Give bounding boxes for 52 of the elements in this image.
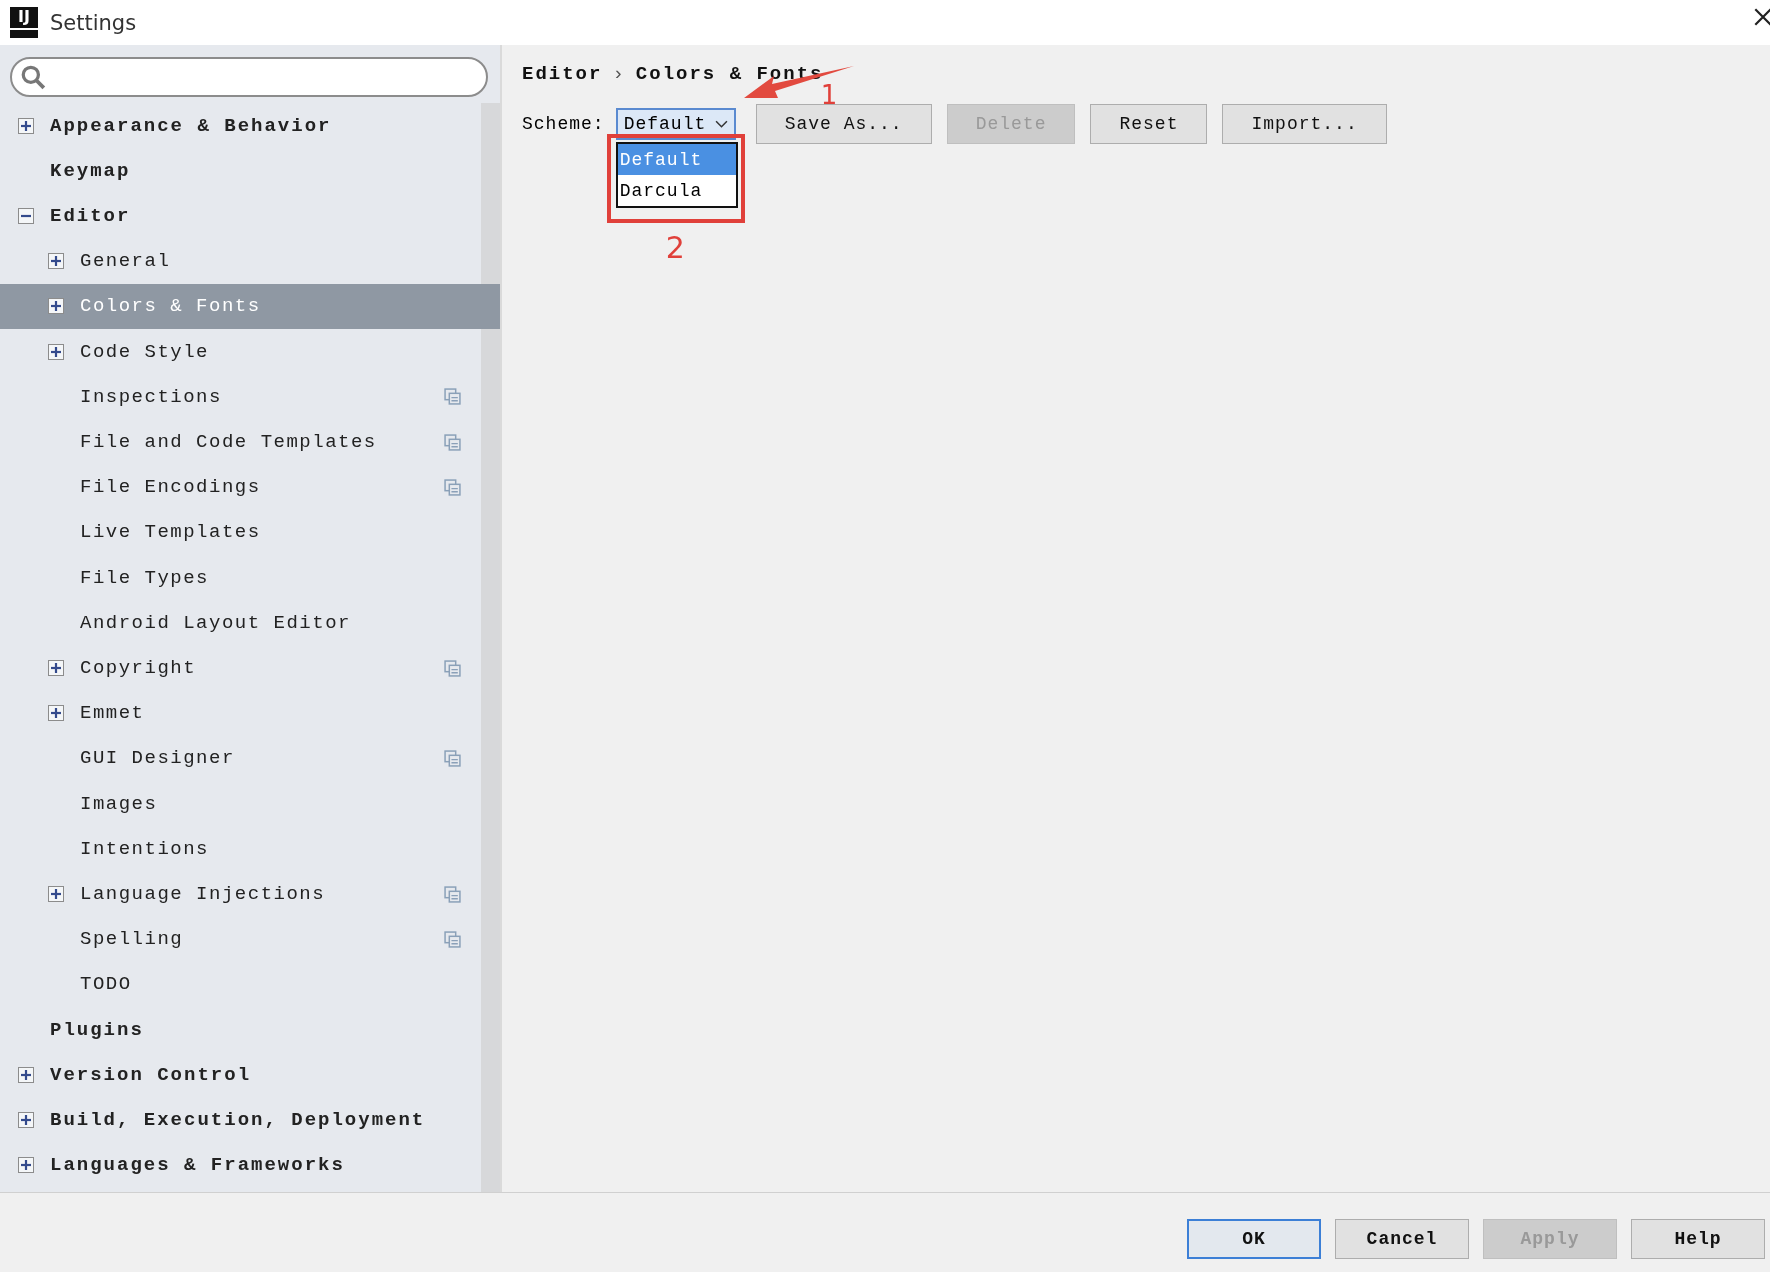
scheme-label: Scheme: xyxy=(522,114,605,134)
tree-item[interactable]: Keymap xyxy=(0,148,481,194)
collapse-icon[interactable] xyxy=(18,208,34,224)
breadcrumb-item: Editor xyxy=(522,63,603,85)
window-title: Settings xyxy=(50,10,137,35)
tree-item[interactable]: Spelling xyxy=(0,916,481,962)
tree-item[interactable]: Code Style xyxy=(0,329,481,375)
expand-icon[interactable] xyxy=(48,298,64,315)
dialog-button[interactable]: Help xyxy=(1631,1218,1765,1259)
tree-item[interactable]: File Types xyxy=(0,555,481,601)
tree-item[interactable]: Android Layout Editor xyxy=(0,600,481,646)
tree-item[interactable]: File Encodings xyxy=(0,464,481,510)
expand-icon[interactable] xyxy=(18,1157,34,1174)
expand-icon[interactable] xyxy=(18,1112,34,1129)
tree-item[interactable]: TODO xyxy=(0,961,481,1008)
tree-item[interactable]: File and Code Templates xyxy=(0,419,481,465)
tree-item[interactable]: Plugins xyxy=(0,1007,481,1053)
tree-item[interactable]: Inspections xyxy=(0,374,481,420)
breadcrumb-separator: › xyxy=(612,63,626,85)
dialog-button[interactable]: OK xyxy=(1187,1218,1321,1259)
tree-item[interactable]: Language Injections xyxy=(0,871,481,917)
tree-item[interactable]: Copyright xyxy=(0,645,481,691)
scrollbar[interactable] xyxy=(481,103,500,1192)
expand-icon[interactable] xyxy=(18,1066,34,1083)
dialog-button[interactable]: Cancel xyxy=(1335,1218,1469,1259)
chevron-down-icon xyxy=(714,119,728,129)
expand-icon[interactable] xyxy=(48,253,64,270)
search-field[interactable] xyxy=(10,57,488,97)
expand-icon[interactable] xyxy=(48,660,64,677)
tree-item[interactable]: Languages & Frameworks xyxy=(0,1142,481,1188)
close-icon[interactable] xyxy=(1752,6,1770,28)
scheme-button[interactable]: Save As... xyxy=(755,104,932,144)
tree-item[interactable]: Build, Execution, Deployment xyxy=(0,1097,481,1143)
tree-item[interactable]: Version Control xyxy=(0,1052,481,1098)
expand-icon[interactable] xyxy=(18,117,34,134)
expand-icon[interactable] xyxy=(48,705,64,722)
expand-icon[interactable] xyxy=(48,343,64,360)
scheme-button[interactable]: Import... xyxy=(1222,104,1387,144)
expand-icon[interactable] xyxy=(48,886,64,903)
tree-item[interactable]: GUI Designer xyxy=(0,735,481,782)
tree-item[interactable]: Emmet xyxy=(0,690,481,736)
scheme-button[interactable]: Reset xyxy=(1090,104,1208,144)
tree-item[interactable]: Live Templates xyxy=(0,509,481,556)
tree-item[interactable]: Editor xyxy=(0,193,481,239)
tree-item[interactable]: Appearance & Behavior xyxy=(0,103,481,149)
annotation-number: 2 xyxy=(665,230,685,265)
search-icon xyxy=(20,64,46,90)
tree-item[interactable]: Intentions xyxy=(0,826,481,872)
tree-item[interactable]: Images xyxy=(0,781,481,827)
app-logo: IJ xyxy=(10,7,38,38)
dropdown-option[interactable]: Darcula xyxy=(617,175,736,206)
tree-item[interactable]: General xyxy=(0,238,481,284)
